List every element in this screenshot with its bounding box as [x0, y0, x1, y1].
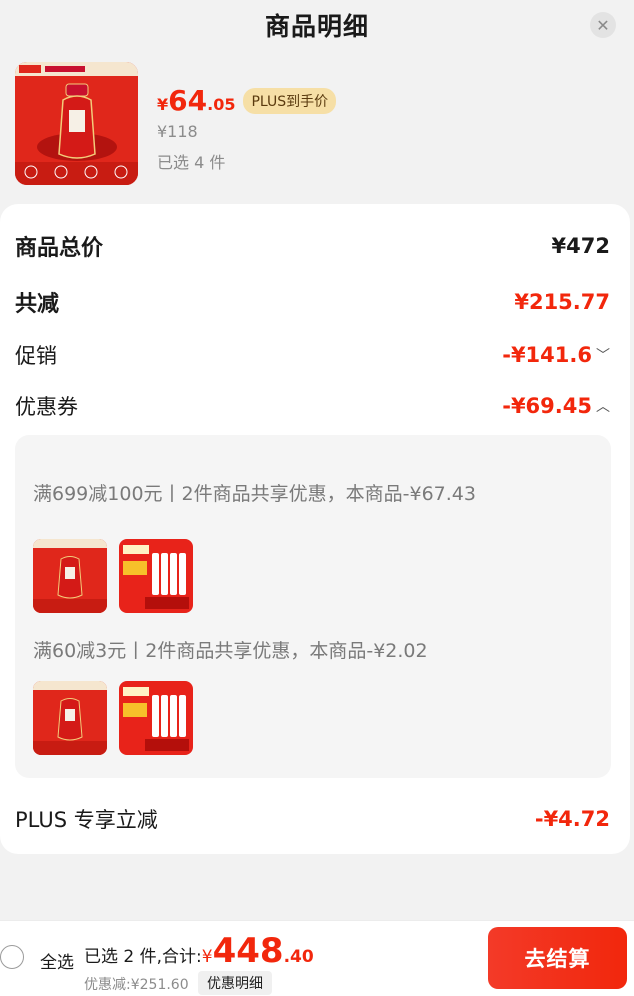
page-title: 商品明细: [264, 12, 369, 41]
selected-count: 已选 4 件: [157, 153, 226, 172]
product-thumbnail: [33, 681, 107, 755]
promotion-amount: -¥141.6: [502, 343, 592, 367]
product-thumbnail: [119, 681, 193, 755]
total-integer: 448: [212, 931, 284, 971]
original-price: ¥118: [157, 122, 198, 141]
coupon-line: 满60减3元丨2件商品共享优惠，本商品-¥2.02: [33, 640, 428, 662]
row-total-price: 商品总价 ¥472: [15, 230, 610, 262]
chevron-down-icon[interactable]: ﹀: [596, 345, 610, 365]
total-symbol: ¥: [201, 947, 213, 967]
total-price-label: 商品总价: [15, 236, 104, 261]
select-all-checkbox[interactable]: [0, 945, 24, 969]
coupon-products: [33, 681, 193, 755]
header: 商品明细 ✕: [0, 0, 634, 50]
select-all-label[interactable]: 全选: [40, 948, 74, 973]
total-price-value: ¥472: [551, 234, 610, 258]
checkout-bar: 全选 已选 2 件,合计: ¥ 448 .40 优惠减:¥251.60 优惠明细…: [0, 920, 634, 996]
reduce-value: ¥215.77: [514, 290, 610, 314]
price-detail-card: 商品总价 ¥472 共减 ¥215.77 促销 -¥141.6 ﹀ 优惠券 -¥…: [0, 204, 630, 854]
price-symbol: ¥: [157, 95, 169, 114]
chevron-up-icon[interactable]: ︿: [596, 396, 610, 416]
product-thumbnail: [119, 539, 193, 613]
plus-price: ¥ 64 .05 PLUS到手价: [157, 84, 337, 118]
price-decimal: .05: [207, 95, 236, 114]
coupon-label: 优惠券: [15, 395, 78, 419]
promotion-value: -¥141.6 ﹀: [502, 343, 610, 367]
coupon-details: 满699减100元丨2件商品共享优惠，本商品-¥67.43 满60减3元丨2件商…: [15, 435, 611, 778]
promotion-label: 促销: [15, 344, 57, 368]
discount-detail-button[interactable]: 优惠明细: [198, 971, 272, 995]
total-label: 已选 2 件,合计:: [84, 947, 202, 967]
row-plus-discount: PLUS 专享立减 -¥4.72: [15, 804, 610, 834]
total-amount: 已选 2 件,合计: ¥ 448 .40: [84, 931, 314, 971]
product-image: [15, 62, 138, 185]
product-summary: ¥ 64 .05 PLUS到手价 ¥118 已选 4 件: [15, 62, 615, 188]
plus-price-badge: PLUS到手价: [243, 88, 337, 114]
reduce-label: 共减: [15, 292, 60, 317]
coupon-amount: -¥69.45: [502, 394, 592, 418]
plus-discount-label: PLUS 专享立减: [15, 808, 158, 832]
checkout-button[interactable]: 去结算: [488, 927, 627, 989]
product-thumbnail: [33, 539, 107, 613]
price-integer: 64: [168, 84, 208, 117]
coupon-line: 满699减100元丨2件商品共享优惠，本商品-¥67.43: [33, 483, 476, 505]
total-decimal: .40: [283, 947, 314, 967]
row-coupon[interactable]: 优惠券 -¥69.45 ︿: [15, 391, 610, 421]
close-icon[interactable]: ✕: [590, 12, 616, 38]
row-total-reduce: 共减 ¥215.77: [15, 286, 610, 318]
discount-text: 优惠减:¥251.60: [84, 977, 189, 993]
plus-discount-value: -¥4.72: [534, 807, 610, 831]
row-promotion[interactable]: 促销 -¥141.6 ﹀: [15, 340, 610, 370]
coupon-products: [33, 539, 193, 613]
coupon-value: -¥69.45 ︿: [502, 394, 610, 418]
